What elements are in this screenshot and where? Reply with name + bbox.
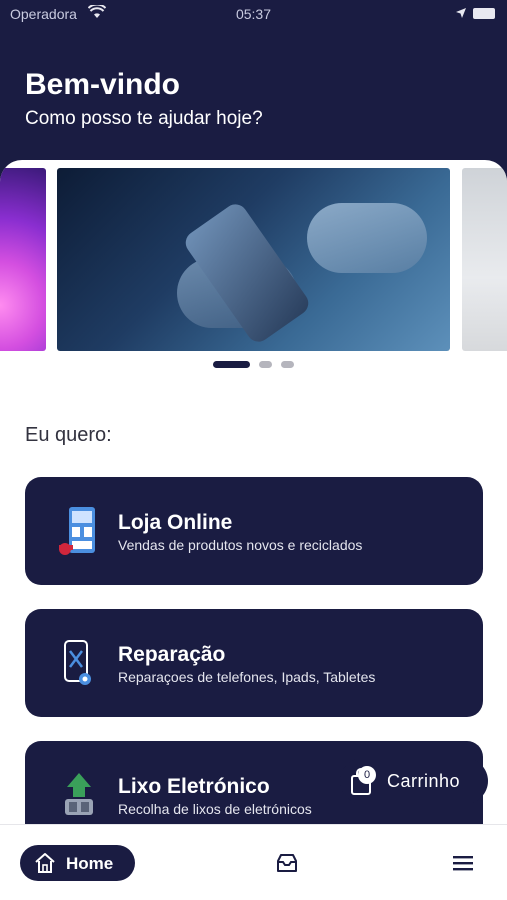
page-title: Bem-vindo <box>25 68 181 101</box>
inbox-icon[interactable] <box>275 852 299 874</box>
carousel-dot-active[interactable] <box>213 361 250 368</box>
cart-button[interactable]: 0 Carrinho <box>340 758 488 804</box>
status-bar: Operadora 05:37 <box>0 0 507 28</box>
promo-carousel[interactable] <box>0 160 507 390</box>
location-arrow-icon <box>455 6 467 22</box>
cart-count-badge: 0 <box>358 766 376 784</box>
option-card-repair[interactable]: Reparação Reparaçoes de telefones, Ipads… <box>25 609 483 717</box>
cart-label: Carrinho <box>387 771 461 791</box>
option-title: Lixo Eletrónico <box>118 775 270 798</box>
option-title: Loja Online <box>118 511 233 534</box>
battery-icon <box>473 8 495 19</box>
option-card-online-store[interactable]: Loja Online Vendas de produtos novos e r… <box>25 477 483 585</box>
option-title: Reparação <box>118 643 226 666</box>
menu-icon[interactable] <box>451 853 475 873</box>
status-time: 05:37 <box>235 6 272 22</box>
carousel-slide-next[interactable] <box>462 168 507 351</box>
online-store-icon <box>57 505 101 557</box>
carousel-indicator <box>0 361 507 369</box>
nav-home-label: Home <box>66 854 114 873</box>
section-label: Eu quero: <box>25 424 112 446</box>
home-icon <box>34 852 56 874</box>
option-subtitle: Vendas de produtos novos e reciclados <box>118 537 363 553</box>
carousel-dot[interactable] <box>259 361 272 368</box>
option-subtitle: Recolha de lixos de eletrónicos <box>118 801 312 817</box>
carousel-dot[interactable] <box>281 361 294 368</box>
page-subtitle: Como posso te ajudar hoje? <box>25 108 263 129</box>
phone-repair-icon <box>57 637 101 689</box>
option-subtitle: Reparaçoes de telefones, Ipads, Tabletes <box>118 669 376 685</box>
slide-image-hand <box>307 203 427 273</box>
carousel-slide-current[interactable] <box>57 168 450 351</box>
e-waste-recycling-icon <box>57 769 101 821</box>
bottom-navigation: Home <box>0 824 507 900</box>
carousel-slide-previous[interactable] <box>0 168 46 351</box>
nav-home-button[interactable]: Home <box>20 845 135 881</box>
